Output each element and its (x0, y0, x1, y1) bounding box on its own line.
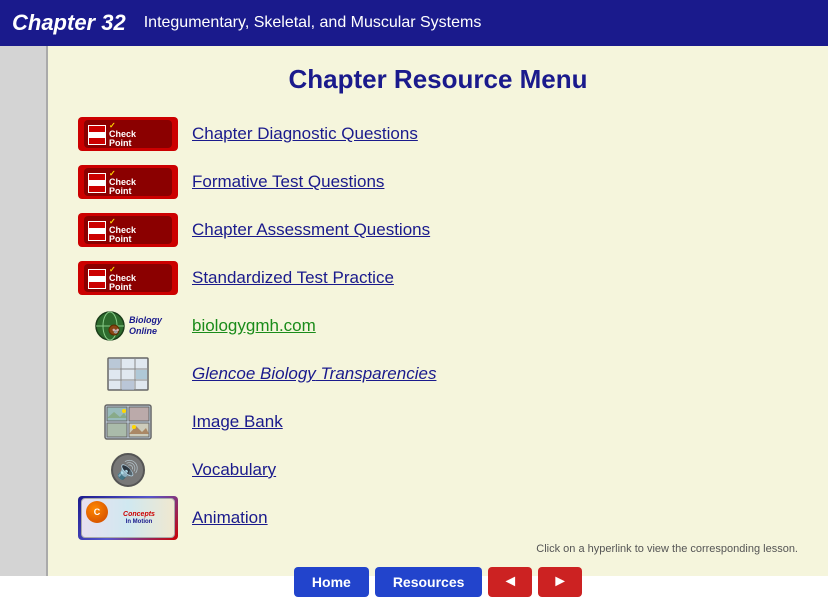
vocabulary-icon: 🔊 (78, 451, 178, 489)
page-title: Chapter Resource Menu (78, 64, 798, 95)
menu-item-imagebank: Image Bank (78, 401, 798, 443)
menu-link-diagnostic[interactable]: Chapter Diagnostic Questions (192, 124, 418, 144)
menu-item-standardized: ✓ Check Point Standardized Test Practice (78, 257, 798, 299)
transparencies-icon (78, 355, 178, 393)
menu-list: ✓ Check Point Chapter Diagnostic Questio… (78, 113, 798, 539)
arrow-right-button[interactable]: ► (538, 567, 582, 597)
menu-link-assessment[interactable]: Chapter Assessment Questions (192, 220, 430, 240)
menu-link-biology-online[interactable]: biologygmh.com (192, 316, 316, 336)
header-title: Integumentary, Skeletal, and Muscular Sy… (144, 14, 482, 32)
menu-link-vocabulary[interactable]: Vocabulary (192, 460, 276, 480)
menu-item-assessment: ✓ Check Point Chapter Assessment Questio… (78, 209, 798, 251)
svg-text:🐭: 🐭 (112, 328, 120, 335)
checkpoint-icon: ✓ Check Point (78, 165, 178, 199)
chapter-label: Chapter 32 (12, 10, 126, 36)
concepts-in-motion-icon: C Concepts In Motion (78, 496, 178, 540)
hint-text: Click on a hyperlink to view the corresp… (78, 543, 798, 555)
bottom-nav: Home Resources ◄ ► (78, 561, 798, 601)
checkpoint-icon: ✓ Check Point (78, 117, 178, 151)
menu-link-formative[interactable]: Formative Test Questions (192, 172, 384, 192)
menu-item-diagnostic: ✓ Check Point Chapter Diagnostic Questio… (78, 113, 798, 155)
checkpoint-icon: ✓ Check Point (78, 213, 178, 247)
checkpoint-icon: ✓ Check Point (78, 261, 178, 295)
resources-button[interactable]: Resources (375, 567, 483, 597)
arrow-left-button[interactable]: ◄ (488, 567, 532, 597)
menu-item-animation: C Concepts In Motion Animation (78, 497, 798, 539)
menu-link-standardized[interactable]: Standardized Test Practice (192, 268, 394, 288)
main-layout: Chapter Resource Menu ✓ Check Point Chap… (0, 46, 828, 576)
menu-item-vocabulary: 🔊 Vocabulary (78, 449, 798, 491)
imagebank-icon (78, 403, 178, 441)
biology-online-icon: 🐭 BiologyOnline (78, 307, 178, 345)
menu-link-imagebank[interactable]: Image Bank (192, 412, 283, 432)
content-area: Chapter Resource Menu ✓ Check Point Chap… (48, 46, 828, 576)
menu-item-transparencies: Glencoe Biology Transparencies (78, 353, 798, 395)
menu-link-animation[interactable]: Animation (192, 508, 268, 528)
menu-item-formative: ✓ Check Point Formative Test Questions (78, 161, 798, 203)
home-button[interactable]: Home (294, 567, 369, 597)
sidebar (0, 46, 48, 576)
menu-item-biology-online: 🐭 BiologyOnline biologygmh.com (78, 305, 798, 347)
menu-link-transparencies[interactable]: Glencoe Biology Transparencies (192, 364, 436, 384)
header-bar: Chapter 32 Integumentary, Skeletal, and … (0, 0, 828, 46)
